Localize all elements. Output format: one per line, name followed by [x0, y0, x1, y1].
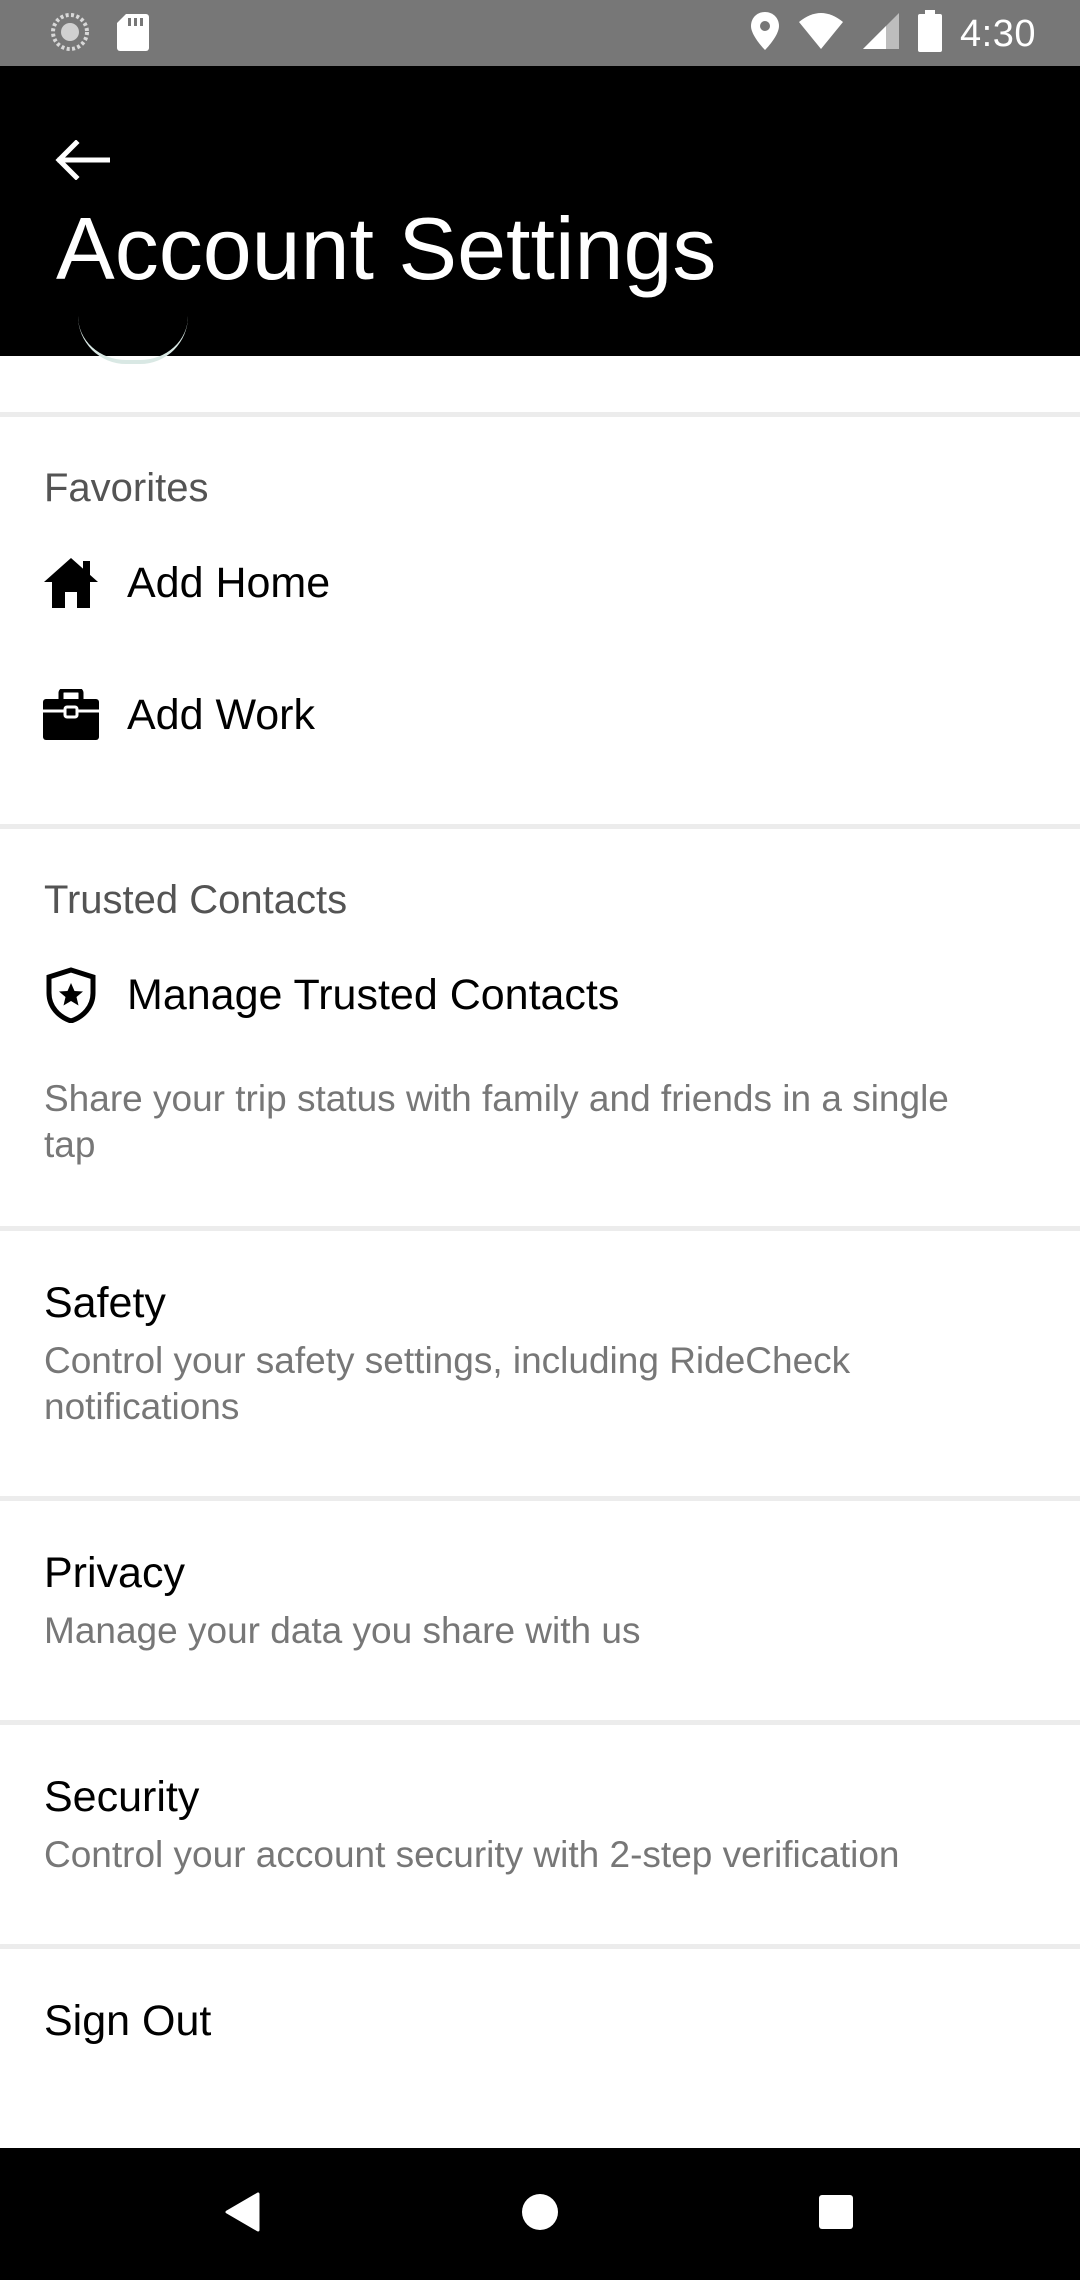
home-circle-icon	[520, 2192, 560, 2237]
add-work-row[interactable]: Add Work	[0, 660, 1080, 770]
nav-back-button[interactable]	[202, 2174, 282, 2254]
safety-title: Safety	[44, 1279, 166, 1327]
favorites-heading: Favorites	[44, 466, 209, 510]
divider	[0, 1496, 1080, 1501]
wifi-icon	[798, 12, 844, 55]
back-triangle-icon	[224, 2192, 260, 2237]
add-work-label: Add Work	[127, 691, 315, 739]
nav-home-button[interactable]	[500, 2174, 580, 2254]
privacy-row[interactable]: Privacy Manage your data you share with …	[0, 1546, 1080, 1656]
nav-recents-button[interactable]	[796, 2174, 876, 2254]
navigation-bar	[0, 2148, 1080, 2280]
sync-icon	[50, 12, 90, 57]
status-bar: 4:30	[0, 0, 1080, 66]
add-home-row[interactable]: Add Home	[0, 528, 1080, 638]
security-description: Control your account security with 2-ste…	[44, 1834, 900, 1875]
security-title: Security	[44, 1773, 200, 1821]
divider	[0, 1226, 1080, 1231]
location-icon	[750, 11, 780, 56]
security-row[interactable]: Security Control your account security w…	[0, 1770, 1080, 1880]
briefcase-icon	[42, 687, 100, 743]
divider	[0, 1944, 1080, 1949]
avatar	[78, 316, 188, 364]
page-title: Account Settings	[56, 199, 717, 298]
sd-card-icon	[116, 12, 150, 57]
recents-square-icon	[818, 2194, 854, 2235]
privacy-title: Privacy	[44, 1549, 185, 1597]
sign-out-button[interactable]: Sign Out	[0, 1994, 1080, 2054]
manage-trusted-contacts-label: Manage Trusted Contacts	[127, 971, 620, 1019]
manage-trusted-contacts-row[interactable]: Manage Trusted Contacts	[0, 940, 1080, 1050]
battery-icon	[918, 10, 943, 57]
trusted-contacts-heading: Trusted Contacts	[44, 878, 348, 922]
home-icon	[42, 555, 100, 611]
divider	[0, 1720, 1080, 1725]
divider	[0, 824, 1080, 829]
trusted-contacts-description: Share your trip status with family and f…	[44, 1078, 949, 1165]
add-home-label: Add Home	[127, 559, 331, 607]
status-time: 4:30	[960, 12, 1036, 55]
app-header: Account Settings	[0, 66, 1080, 356]
divider	[0, 412, 1080, 417]
app-screen: 4:30 Account Settings Favorites Add Home…	[0, 0, 1080, 2280]
signal-icon	[862, 12, 900, 55]
shield-star-icon	[42, 967, 100, 1023]
arrow-left-icon	[54, 138, 111, 185]
privacy-description: Manage your data you share with us	[44, 1610, 641, 1651]
sign-out-label: Sign Out	[44, 1997, 212, 2045]
safety-description: Control your safety settings, including …	[44, 1340, 851, 1427]
back-button[interactable]	[40, 120, 124, 204]
safety-row[interactable]: Safety Control your safety settings, inc…	[0, 1276, 1080, 1427]
